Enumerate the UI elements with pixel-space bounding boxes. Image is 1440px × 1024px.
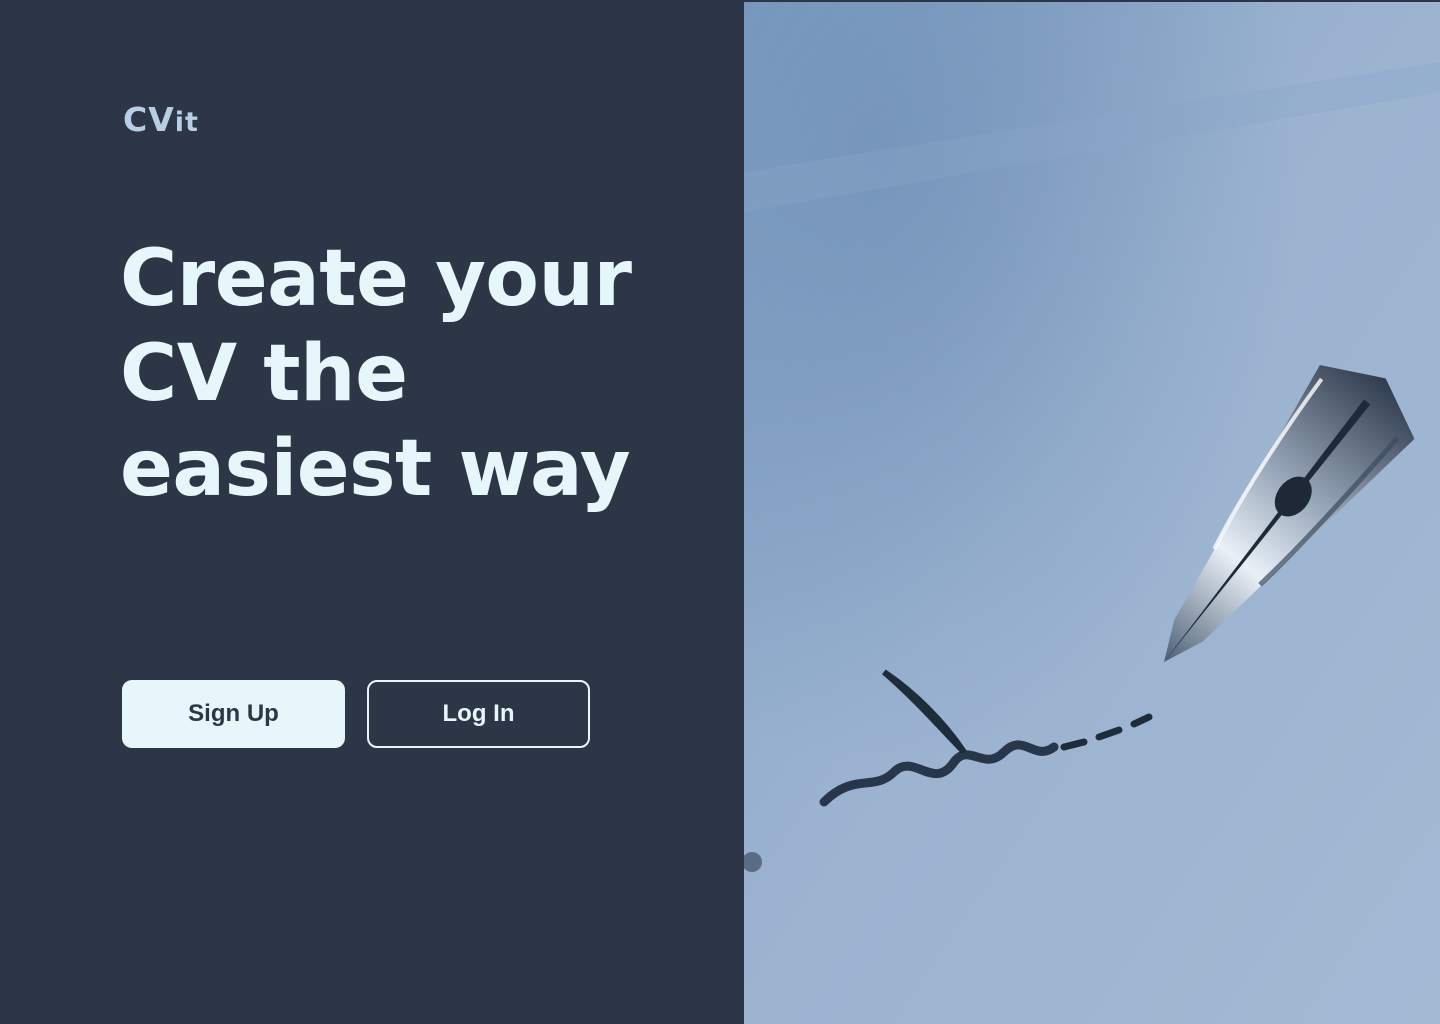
headline-line-1: Create your <box>120 234 632 324</box>
hero-headline: Create your CV the easiest way <box>120 232 720 517</box>
log-in-button[interactable]: Log In <box>367 680 590 748</box>
logo-text-main: CV <box>123 100 175 139</box>
landing-page: CVit Create your CV the easiest way Sign… <box>0 0 1440 1024</box>
hero-image <box>744 2 1440 1024</box>
brand-logo[interactable]: CVit <box>123 100 199 143</box>
fountain-pen-illustration <box>744 2 1440 1024</box>
sign-up-button[interactable]: Sign Up <box>122 680 345 748</box>
hero-panel: CVit Create your CV the easiest way Sign… <box>0 0 744 1024</box>
headline-line-2: CV the <box>120 329 408 419</box>
headline-line-3: easiest way <box>120 424 631 514</box>
logo-text-suffix: it <box>174 107 199 138</box>
